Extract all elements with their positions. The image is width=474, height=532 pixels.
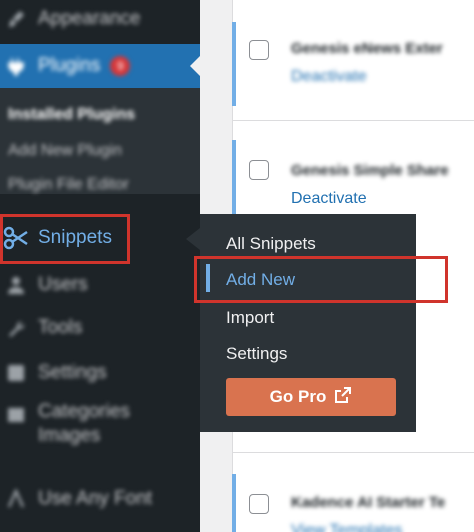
plugin-name: Kadence AI Starter Te: [291, 494, 446, 511]
row-divider: [233, 452, 474, 453]
plugin-row: Genesis Simple Share Deactivate: [232, 140, 474, 216]
menu-label: Categories: [38, 401, 130, 422]
plugin-row: Kadence AI Starter Te View Templates: [232, 474, 474, 532]
settings-sliders-icon: [4, 362, 28, 384]
deactivate-link[interactable]: Deactivate: [291, 190, 367, 208]
go-pro-label: Go Pro: [269, 387, 327, 406]
plugin-plug-icon: [4, 55, 28, 77]
menu-item-appearance[interactable]: Appearance: [0, 0, 200, 38]
plugin-checkbox[interactable]: [249, 494, 269, 514]
wrench-icon: [4, 317, 28, 339]
user-icon: [4, 274, 28, 296]
menu-label: Tools: [38, 317, 83, 338]
font-icon: [4, 488, 28, 510]
flyout-item-import[interactable]: Import: [226, 308, 274, 328]
flyout-item-all-snippets[interactable]: All Snippets: [226, 234, 316, 254]
menu-item-use-any-font[interactable]: Use Any Font: [0, 480, 200, 518]
update-count-badge: 9: [110, 56, 131, 76]
plugin-checkbox[interactable]: [249, 40, 269, 60]
admin-sidebar: Appearance Plugins 9 Installed Plugins A…: [0, 0, 200, 532]
view-templates-link[interactable]: View Templates: [291, 522, 402, 532]
snippets-highlight-box: [0, 214, 130, 264]
plugin-checkbox[interactable]: [249, 160, 269, 180]
plugin-row: Genesis eNews Exter Deactivate: [232, 22, 474, 106]
image-icon: [4, 404, 28, 426]
external-link-icon: [334, 386, 352, 409]
plugins-submenu: Installed Plugins Add New Plugin Plugin …: [0, 88, 200, 194]
menu-item-users[interactable]: Users: [0, 266, 200, 304]
menu-item-tools[interactable]: Tools: [0, 309, 200, 347]
menu-item-settings[interactable]: Settings: [0, 354, 200, 392]
add-new-highlight-box: [194, 256, 448, 303]
row-divider: [233, 120, 474, 121]
plugin-name: Genesis Simple Share: [291, 162, 449, 179]
plugin-name: Genesis eNews Exter: [291, 40, 443, 57]
menu-label: Images: [38, 425, 101, 446]
submenu-plugin-file-editor[interactable]: Plugin File Editor: [8, 176, 129, 194]
paintbrush-icon: [4, 8, 28, 30]
submenu-installed-plugins[interactable]: Installed Plugins: [8, 106, 135, 124]
deactivate-link[interactable]: Deactivate: [291, 68, 367, 86]
menu-label: Plugins: [38, 55, 101, 76]
menu-item-categories-images[interactable]: Categories Images: [0, 400, 200, 460]
current-menu-arrow: [190, 56, 200, 76]
menu-label: Settings: [38, 362, 107, 383]
menu-label: Use Any Font: [38, 488, 153, 509]
active-plugin-indicator: [232, 22, 236, 106]
go-pro-button[interactable]: Go Pro: [226, 378, 396, 416]
menu-label: Appearance: [38, 8, 141, 29]
flyout-pointer-arrow: [186, 228, 200, 250]
active-plugin-indicator: [232, 140, 236, 216]
submenu-add-new-plugin[interactable]: Add New Plugin: [8, 142, 122, 160]
menu-item-plugins[interactable]: Plugins 9: [0, 44, 200, 88]
active-plugin-indicator: [232, 474, 236, 532]
flyout-item-settings[interactable]: Settings: [226, 344, 287, 364]
menu-label: Users: [38, 274, 88, 295]
